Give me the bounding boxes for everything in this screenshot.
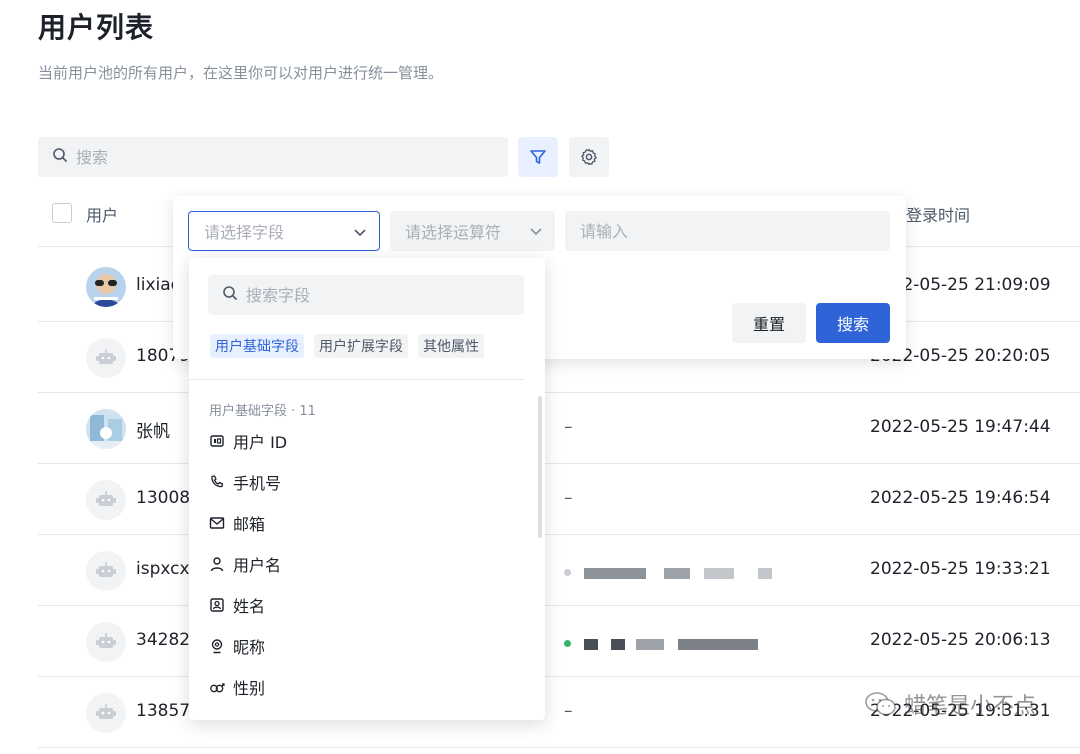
field-select[interactable]: 请选择字段 (188, 211, 380, 251)
user-name: 张帆 (136, 422, 170, 442)
page-title: 用户列表 (38, 11, 155, 44)
filter-value-input[interactable] (565, 211, 890, 251)
robot-icon (96, 633, 116, 648)
field-option-label: 手机号 (233, 474, 282, 493)
search-icon (52, 147, 68, 167)
field-option-user-id[interactable]: 用户 ID (209, 426, 287, 456)
dropdown-scrollbar[interactable] (538, 396, 542, 538)
redacted-text (758, 568, 772, 579)
field-option-label: 姓名 (233, 597, 266, 616)
robot-icon (96, 704, 116, 719)
avatar (86, 267, 126, 307)
reset-button[interactable]: 重置 (732, 303, 806, 343)
filter-icon (530, 150, 546, 164)
column-login-time: 登录时间 (906, 206, 971, 225)
online-status-dot (564, 640, 571, 647)
redacted-text (584, 639, 598, 650)
avatar (86, 622, 126, 662)
login-time: 2022-05-25 20:06:13 (870, 630, 1051, 650)
status-text: – (564, 701, 573, 721)
avatar (86, 409, 126, 449)
field-option-gender[interactable]: 性别 (209, 672, 265, 702)
field-option-name[interactable]: 姓名 (209, 590, 265, 620)
field-option-label: 用户名 (233, 556, 282, 575)
watermark: 蜡笔是小不点 (864, 688, 1036, 720)
operator-select-placeholder: 请选择运算符 (405, 223, 502, 242)
field-option-label: 性别 (233, 679, 266, 698)
redacted-text (678, 639, 758, 650)
search-bar (38, 137, 508, 177)
robot-icon (96, 562, 116, 577)
divider (189, 379, 524, 380)
search-button[interactable]: 搜索 (816, 303, 890, 343)
field-dropdown: 用户基础字段 用户扩展字段 其他属性 用户基础字段 · 11 用户 ID 手机号… (189, 258, 545, 720)
field-category-tabs: 用户基础字段 用户扩展字段 其他属性 (210, 334, 484, 358)
field-option-username[interactable]: 用户名 (209, 549, 281, 579)
login-time: 2022-05-25 19:46:54 (870, 488, 1051, 508)
tab-other-attributes[interactable]: 其他属性 (418, 334, 484, 358)
chevron-down-icon (530, 228, 542, 236)
login-time: 2022-05-25 19:33:21 (870, 559, 1051, 579)
filter-button[interactable] (518, 137, 558, 177)
redacted-text (584, 568, 646, 579)
field-option-email[interactable]: 邮箱 (209, 508, 265, 538)
robot-icon (96, 349, 116, 364)
field-group-label: 用户基础字段 · 11 (209, 404, 316, 419)
user-name: 13857 (136, 701, 191, 721)
robot-icon (96, 491, 116, 506)
redacted-text (664, 568, 690, 579)
contact-icon (210, 598, 224, 612)
phone-icon (211, 475, 224, 488)
search-input[interactable] (76, 147, 476, 167)
wechat-icon (865, 692, 896, 716)
page-description: 当前用户池的所有用户，在这里你可以对用户进行统一管理。 (38, 64, 444, 82)
field-option-phone[interactable]: 手机号 (209, 467, 281, 497)
user-name: 13008 (136, 488, 191, 508)
tab-extended-fields[interactable]: 用户扩展字段 (314, 334, 408, 358)
status-text: – (564, 488, 573, 508)
field-option-label: 用户 ID (233, 433, 288, 452)
field-option-nickname[interactable]: 昵称 (209, 631, 265, 661)
chevron-down-icon (354, 229, 366, 237)
id-card-icon (210, 435, 224, 447)
tab-basic-fields[interactable]: 用户基础字段 (210, 334, 304, 358)
mail-icon (209, 517, 225, 529)
avatar (86, 693, 126, 733)
login-time: 2022-05-25 19:47:44 (870, 417, 1051, 437)
offline-status-dot (564, 569, 571, 576)
avatar (86, 338, 126, 378)
watermark-text: 蜡笔是小不点 (904, 694, 1037, 719)
redacted-text (611, 639, 625, 650)
field-select-placeholder: 请选择字段 (204, 223, 285, 242)
field-search-box (208, 275, 524, 315)
user-name: 34282 (136, 630, 191, 650)
badge-icon (211, 639, 223, 654)
gear-icon (581, 148, 597, 166)
avatar (86, 480, 126, 520)
redacted-text (636, 639, 664, 650)
settings-button[interactable] (569, 137, 609, 177)
avatar (86, 551, 126, 591)
gender-icon (210, 683, 225, 693)
field-option-label: 邮箱 (233, 515, 266, 534)
user-name: ispxcx (136, 559, 190, 579)
field-option-label: 昵称 (233, 638, 266, 657)
search-icon (222, 285, 238, 305)
user-icon (210, 557, 224, 572)
field-search-input[interactable] (246, 285, 506, 305)
status-text: – (564, 417, 573, 437)
redacted-text (704, 568, 734, 579)
operator-select[interactable]: 请选择运算符 (390, 211, 555, 251)
select-all-checkbox[interactable] (52, 203, 72, 223)
column-user: 用户 (86, 206, 119, 225)
